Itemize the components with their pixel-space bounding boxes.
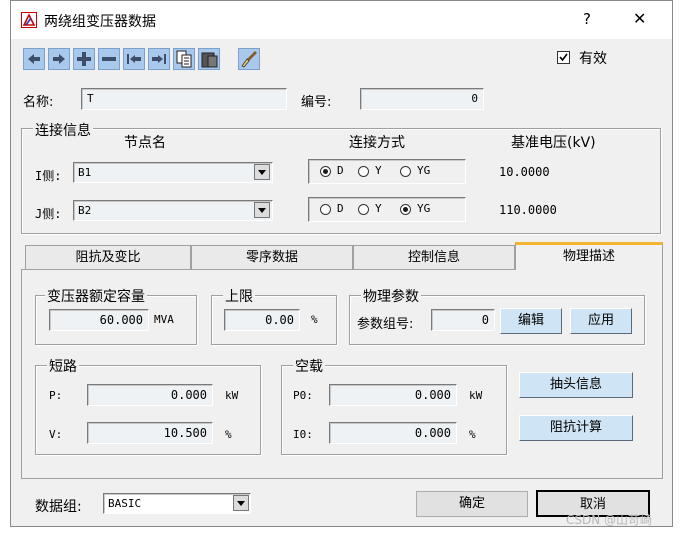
- i-node-combo[interactable]: B1: [73, 162, 273, 183]
- watermark: CSDN @山苛崎: [566, 513, 653, 527]
- plus-icon[interactable]: [73, 48, 95, 70]
- close-button[interactable]: ✕: [633, 9, 646, 28]
- edit-button[interactable]: 编辑: [500, 308, 562, 334]
- dialog-window: 两绕组变压器数据 ? ✕ 有效 名称: T 编号: 0 连接信息 节点名 连接方…: [10, 0, 673, 527]
- tap-info-button[interactable]: 抽头信息: [519, 372, 633, 398]
- v-unit: %: [225, 428, 232, 441]
- minus-icon[interactable]: [98, 48, 120, 70]
- j-radio-y[interactable]: [358, 204, 369, 215]
- col-voltage-header: 基准电压(kV): [511, 135, 596, 151]
- v-input[interactable]: 10.500: [87, 422, 213, 444]
- valid-checkbox[interactable]: [557, 51, 570, 64]
- v-label: V:: [49, 428, 63, 441]
- name-label: 名称:: [23, 95, 54, 110]
- capacity-group-label: 变压器额定容量: [45, 286, 147, 306]
- i-mode-radiogroup: [308, 159, 466, 184]
- limit-group-label: 上限: [223, 286, 255, 306]
- impedance-calc-button[interactable]: 阻抗计算: [519, 415, 633, 441]
- paste-icon[interactable]: [198, 48, 220, 70]
- p0-label: P0:: [293, 389, 313, 402]
- name-input[interactable]: T: [81, 88, 287, 110]
- limit-unit: %: [311, 313, 318, 326]
- connection-group-label: 连接信息: [33, 120, 93, 140]
- params-label: 参数组号:: [357, 317, 414, 332]
- j-radio-d[interactable]: [320, 204, 331, 215]
- i-radio-y[interactable]: [358, 166, 369, 177]
- valid-label: 有效: [579, 51, 607, 67]
- ok-button[interactable]: 确定: [416, 491, 528, 517]
- col-mode-header: 连接方式: [349, 135, 405, 151]
- number-label: 编号:: [301, 95, 332, 110]
- tab-zero-sequence[interactable]: 零序数据: [191, 245, 353, 269]
- tab-physical[interactable]: 物理描述: [515, 242, 663, 270]
- i-radio-d-label: D: [337, 164, 344, 177]
- i-side-label: I侧:: [35, 169, 62, 183]
- col-node-header: 节点名: [124, 135, 166, 151]
- capacity-unit: MVA: [154, 313, 174, 326]
- i0-label: I0:: [293, 428, 313, 441]
- arrow-right-icon[interactable]: [48, 48, 70, 70]
- params-input[interactable]: 0: [431, 309, 495, 331]
- arrow-left-icon[interactable]: [23, 48, 45, 70]
- first-icon[interactable]: [123, 48, 145, 70]
- p-label: P:: [49, 389, 63, 402]
- j-side-label: J侧:: [35, 207, 62, 221]
- copy-icon[interactable]: [173, 48, 195, 70]
- j-node-combo[interactable]: B2: [73, 200, 273, 221]
- i0-input[interactable]: 0.000: [329, 422, 457, 444]
- j-mode-radiogroup: [308, 197, 466, 222]
- chevron-down-icon[interactable]: [233, 495, 249, 511]
- brush-icon[interactable]: [238, 48, 260, 70]
- tab-impedance[interactable]: 阻抗及变比: [25, 245, 191, 269]
- p-input[interactable]: 0.000: [87, 384, 213, 406]
- last-icon[interactable]: [148, 48, 170, 70]
- no-load-group-label: 空载: [293, 356, 325, 376]
- app-icon: [21, 12, 37, 28]
- j-radio-y-label: Y: [375, 202, 382, 215]
- i-radio-d[interactable]: [320, 166, 331, 177]
- chevron-down-icon[interactable]: [254, 164, 270, 180]
- number-input[interactable]: 0: [360, 88, 484, 110]
- short-circuit-group-label: 短路: [47, 356, 79, 376]
- i-radio-yg[interactable]: [400, 166, 411, 177]
- apply-button[interactable]: 应用: [570, 308, 632, 334]
- j-voltage: 110.0000: [499, 203, 557, 217]
- chevron-down-icon[interactable]: [254, 202, 270, 218]
- limit-input[interactable]: 0.00: [224, 309, 300, 331]
- p0-unit: kW: [469, 389, 483, 402]
- capacity-input[interactable]: 60.000: [49, 309, 149, 331]
- j-radio-yg-label: YG: [417, 202, 431, 215]
- dataset-combo[interactable]: BASIC: [103, 493, 251, 514]
- title-bar: 两绕组变压器数据 ? ✕: [11, 1, 672, 39]
- i-radio-y-label: Y: [375, 164, 382, 177]
- dataset-label: 数据组:: [35, 499, 82, 515]
- params-group-label: 物理参数: [361, 286, 421, 306]
- i0-unit: %: [469, 428, 476, 441]
- help-button[interactable]: ?: [583, 10, 591, 28]
- j-radio-d-label: D: [337, 202, 344, 215]
- p-unit: kW: [225, 389, 239, 402]
- toolbar: [23, 42, 283, 76]
- i-radio-yg-label: YG: [417, 164, 431, 177]
- j-radio-yg[interactable]: [400, 204, 411, 215]
- tab-control[interactable]: 控制信息: [353, 245, 515, 269]
- p0-input[interactable]: 0.000: [329, 384, 457, 406]
- window-title: 两绕组变压器数据: [44, 14, 156, 30]
- i-voltage: 10.0000: [499, 165, 550, 179]
